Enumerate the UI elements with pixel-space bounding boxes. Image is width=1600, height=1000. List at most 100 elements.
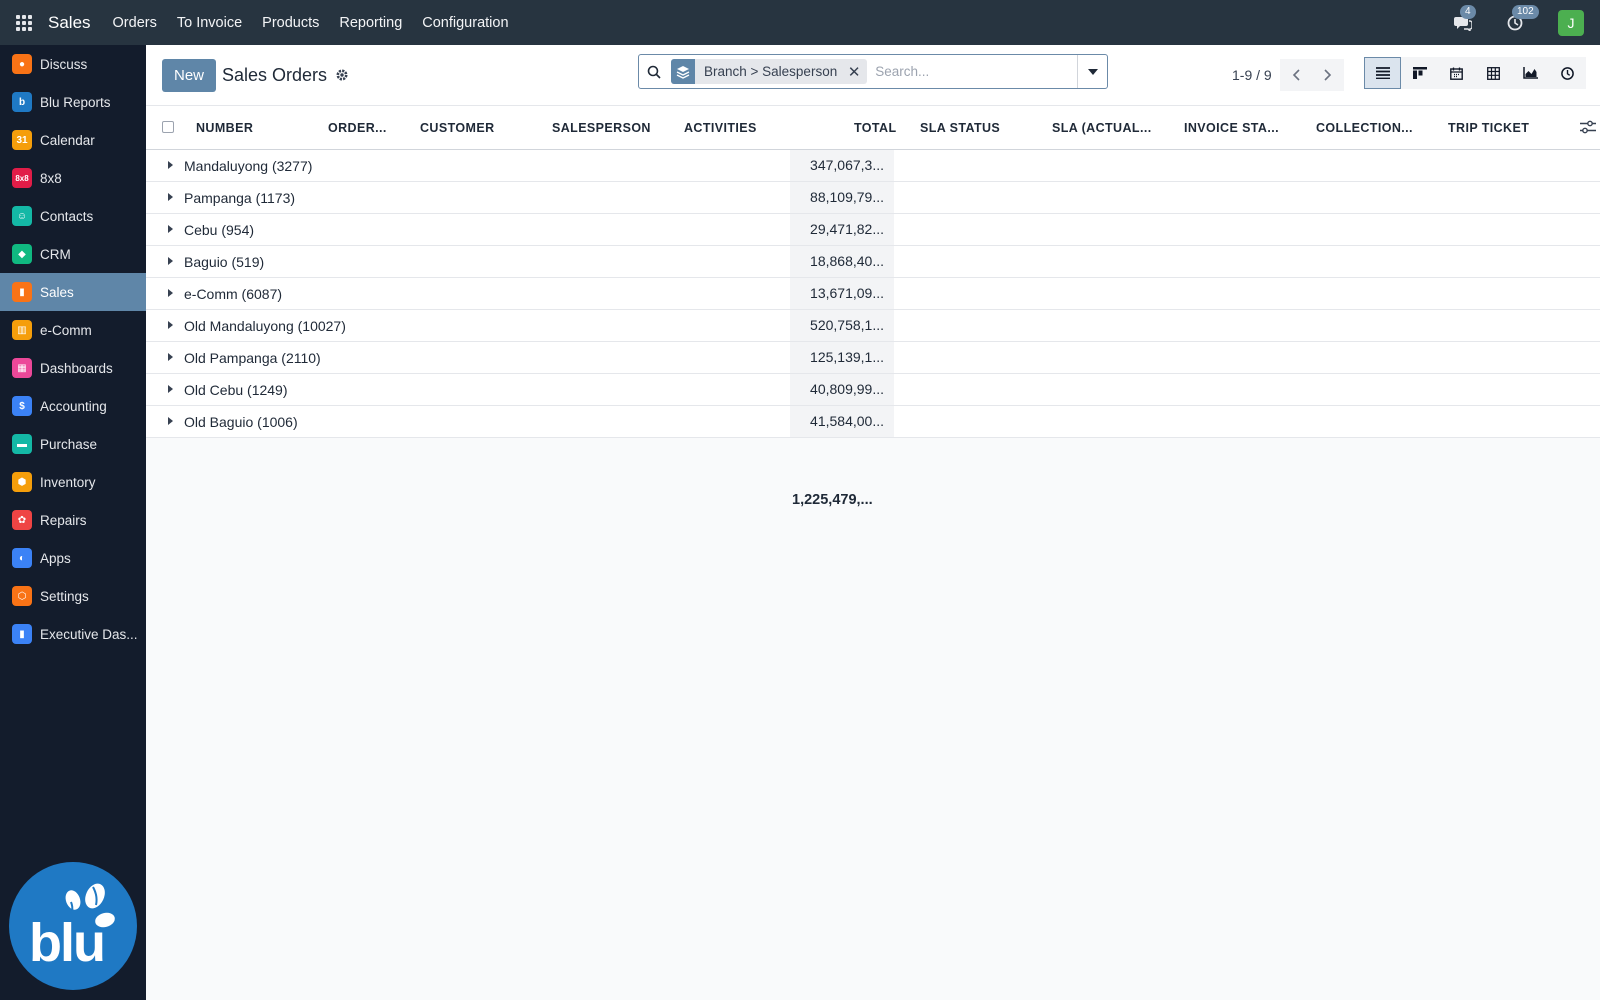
messages-icon[interactable]: 4 — [1452, 4, 1476, 34]
group-total: 88,109,79... — [790, 182, 894, 213]
main-content: New Sales Orders Branch > Salesperson ✕ … — [146, 45, 1600, 1000]
menu-reporting[interactable]: Reporting — [329, 0, 412, 45]
sidebar-item-dashboards[interactable]: ▦ Dashboards — [0, 349, 146, 387]
sidebar-item-apps[interactable]: ◐ Apps — [0, 539, 146, 577]
group-total: 520,758,1... — [790, 310, 894, 341]
list-view-button[interactable] — [1364, 57, 1401, 89]
sidebar-item-calendar[interactable]: 31 Calendar — [0, 121, 146, 159]
gear-icon[interactable] — [335, 68, 349, 82]
group-row[interactable]: Old Baguio (1006) 41,584,00... — [146, 406, 1600, 438]
group-row[interactable]: Baguio (519) 18,868,40... — [146, 246, 1600, 278]
sidebar-item-8x8[interactable]: 8x8 8x8 — [0, 159, 146, 197]
settings-icon: ⬡ — [12, 586, 32, 606]
sidebar-item-label: Sales — [40, 284, 74, 300]
caret-right-icon — [168, 417, 173, 425]
page-title: Sales Orders — [222, 64, 328, 85]
menu-to-invoice[interactable]: To Invoice — [167, 0, 252, 45]
graph-view-button[interactable] — [1512, 57, 1549, 89]
control-panel: New Sales Orders Branch > Salesperson ✕ … — [146, 45, 1600, 105]
caret-right-icon — [168, 289, 173, 297]
top-menu: Orders To Invoice Products Reporting Con… — [103, 0, 519, 45]
sidebar-item-crm[interactable]: ◆ CRM — [0, 235, 146, 273]
crm-icon: ◆ — [12, 244, 32, 264]
app-brand[interactable]: Sales — [48, 13, 91, 33]
app-menu-icon[interactable] — [0, 0, 48, 45]
pager-previous-button[interactable] — [1279, 59, 1312, 91]
column-collection[interactable]: COLLECTION... — [1316, 121, 1413, 135]
layers-icon — [671, 59, 695, 84]
caret-right-icon — [168, 225, 173, 233]
group-row[interactable]: Old Cebu (1249) 40,809,99... — [146, 374, 1600, 406]
group-row[interactable]: Old Mandaluyong (10027) 520,758,1... — [146, 310, 1600, 342]
caret-right-icon — [168, 257, 173, 265]
close-icon[interactable]: ✕ — [845, 63, 867, 81]
column-invoice-status[interactable]: INVOICE STA... — [1184, 121, 1279, 135]
calendar-icon: 31 — [12, 130, 32, 150]
groupby-facet[interactable]: Branch > Salesperson ✕ — [671, 59, 868, 84]
user-avatar[interactable]: J — [1558, 9, 1584, 36]
group-name: Mandaluyong (3277) — [184, 157, 313, 174]
group-row[interactable]: Old Pampanga (2110) 125,139,1... — [146, 342, 1600, 374]
column-sla-actual[interactable]: SLA (ACTUAL... — [1052, 121, 1152, 135]
sidebar-item-discuss[interactable]: ● Discuss — [0, 45, 146, 83]
group-row[interactable]: e-Comm (6087) 13,671,09... — [146, 278, 1600, 310]
pivot-view-button[interactable] — [1475, 57, 1512, 89]
sidebar-item-contacts[interactable]: ☺ Contacts — [0, 197, 146, 235]
group-total: 125,139,1... — [790, 342, 894, 373]
sidebar-item-settings[interactable]: ⬡ Settings — [0, 577, 146, 615]
group-row[interactable]: Cebu (954) 29,471,82... — [146, 214, 1600, 246]
column-total[interactable]: TOTAL — [854, 121, 897, 135]
activities-clock-icon[interactable]: 102 — [1504, 4, 1539, 34]
column-sla-status[interactable]: SLA STATUS — [920, 121, 1000, 135]
group-row[interactable]: Mandaluyong (3277) 347,067,3... — [146, 150, 1600, 182]
sidebar-item-purchase[interactable]: ▬ Purchase — [0, 425, 146, 463]
dashboards-icon: ▦ — [12, 358, 32, 378]
sidebar-item-e-comm[interactable]: ▥ e-Comm — [0, 311, 146, 349]
optional-columns-icon[interactable] — [1580, 120, 1596, 137]
column-number[interactable]: NUMBER — [196, 121, 253, 135]
caret-right-icon — [168, 193, 173, 201]
menu-orders[interactable]: Orders — [103, 0, 167, 45]
group-row[interactable]: Pampanga (1173) 88,109,79... — [146, 182, 1600, 214]
sidebar-item-inventory[interactable]: ⬢ Inventory — [0, 463, 146, 501]
top-navbar: Sales Orders To Invoice Products Reporti… — [0, 0, 1600, 45]
search-icon — [639, 65, 669, 79]
blu-logo: blu — [9, 862, 137, 990]
new-button[interactable]: New — [162, 58, 217, 92]
messages-badge: 4 — [1460, 4, 1476, 19]
column-salesperson[interactable]: SALESPERSON — [552, 121, 651, 135]
sidebar-item-executive-das[interactable]: ▮ Executive Das... — [0, 615, 146, 653]
activity-view-button[interactable] — [1549, 57, 1586, 89]
select-all-checkbox[interactable] — [162, 121, 174, 133]
sidebar-item-label: Repairs — [40, 512, 87, 528]
column-activities[interactable]: ACTIVITIES — [684, 121, 757, 135]
sidebar-item-accounting[interactable]: $ Accounting — [0, 387, 146, 425]
group-total: 41,584,00... — [790, 406, 894, 437]
pager-value[interactable]: 1-9 / 9 — [1232, 67, 1272, 83]
search-input[interactable] — [875, 64, 1076, 79]
column-trip-ticket[interactable]: TRIP TICKET — [1448, 121, 1529, 135]
kanban-view-button[interactable] — [1401, 57, 1438, 89]
inventory-icon: ⬢ — [12, 472, 32, 492]
sidebar-item-label: 8x8 — [40, 170, 62, 186]
calendar-view-button[interactable] — [1438, 57, 1475, 89]
repairs-icon: ✿ — [12, 510, 32, 530]
eight-by-eight-icon: 8x8 — [12, 168, 32, 188]
sidebar-item-sales[interactable]: ▮ Sales — [0, 273, 146, 311]
sidebar-item-label: Settings — [40, 588, 89, 604]
sidebar-item-label: Blu Reports — [40, 94, 111, 110]
column-order-date[interactable]: ORDER... — [328, 121, 387, 135]
search-options-toggle[interactable] — [1077, 55, 1107, 88]
sidebar-item-label: Accounting — [40, 398, 107, 414]
column-customer[interactable]: CUSTOMER — [420, 121, 495, 135]
sidebar-item-repairs[interactable]: ✿ Repairs — [0, 501, 146, 539]
group-total: 29,471,82... — [790, 214, 894, 245]
group-total: 40,809,99... — [790, 374, 894, 405]
group-name: Old Baguio (1006) — [184, 413, 298, 430]
sidebar-item-blu-reports[interactable]: b Blu Reports — [0, 83, 146, 121]
caret-right-icon — [168, 321, 173, 329]
menu-configuration[interactable]: Configuration — [412, 0, 518, 45]
menu-products[interactable]: Products — [252, 0, 329, 45]
pager-next-button[interactable] — [1311, 59, 1344, 91]
caret-right-icon — [168, 161, 173, 169]
